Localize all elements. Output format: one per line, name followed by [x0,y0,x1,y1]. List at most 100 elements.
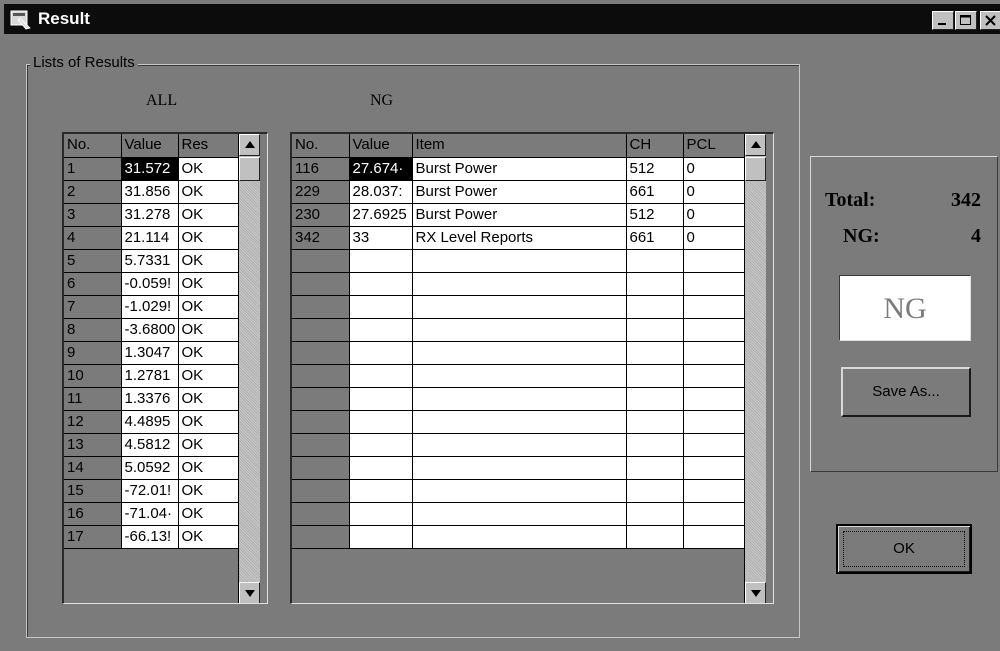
empty-cell[interactable] [683,318,745,342]
minimize-button[interactable] [932,11,954,30]
empty-cell[interactable] [626,525,684,549]
table-cell[interactable]: -71.04· [121,502,179,526]
table-cell[interactable]: OK [178,456,239,480]
table-row[interactable]: 15 -72.01! OK [64,479,239,503]
ng-results-grid[interactable]: No. Value Item CH PCL 116 27.674· Burst Power 51… [290,132,774,604]
table-cell[interactable]: 28.037: [349,180,413,204]
table-row[interactable]: 116 27.674· Burst Power 512 0 [292,157,745,181]
empty-cell[interactable] [292,502,350,526]
row-number-cell[interactable]: 8 [64,318,122,342]
row-number-cell[interactable]: 3 [64,203,122,227]
table-cell[interactable]: Burst Power [412,157,627,181]
empty-cell[interactable] [626,295,684,319]
ng-grid-scrollbar[interactable] [744,134,766,603]
empty-cell[interactable] [292,364,350,388]
table-cell[interactable]: 21.114 [121,226,179,250]
column-header[interactable]: Value [121,134,179,158]
row-number-cell[interactable]: 230 [292,203,350,227]
table-cell[interactable]: 512 [626,203,684,227]
all-results-grid[interactable]: No. Value Res 1 31.572 OK 2 31.856 OK 3 31.278 OK 4 2… [62,132,268,604]
table-row[interactable]: 12 4.4895 OK [64,410,239,434]
empty-row[interactable] [292,479,745,503]
table-cell[interactable]: OK [178,502,239,526]
table-cell[interactable]: OK [178,157,239,181]
table-cell[interactable]: OK [178,249,239,273]
table-cell[interactable]: OK [178,203,239,227]
empty-cell[interactable] [412,525,627,549]
empty-cell[interactable] [292,433,350,457]
ok-button[interactable]: OK [836,524,972,574]
table-cell[interactable]: RX Level Reports [412,226,627,250]
table-cell[interactable]: OK [178,318,239,342]
table-cell[interactable]: 31.278 [121,203,179,227]
table-cell[interactable]: -66.13! [121,525,179,549]
empty-cell[interactable] [412,318,627,342]
table-row[interactable]: 16 -71.04· OK [64,502,239,526]
column-header[interactable]: Res [178,134,239,158]
row-number-cell[interactable]: 6 [64,272,122,296]
empty-cell[interactable] [292,249,350,273]
table-cell[interactable]: 1.3047 [121,341,179,365]
empty-cell[interactable] [349,456,413,480]
empty-cell[interactable] [626,479,684,503]
row-number-cell[interactable]: 14 [64,456,122,480]
empty-cell[interactable] [412,410,627,434]
save-as-button[interactable]: Save As... [841,367,971,417]
row-number-cell[interactable]: 17 [64,525,122,549]
table-cell[interactable]: Burst Power [412,180,627,204]
table-cell[interactable]: 4.5812 [121,433,179,457]
table-row[interactable]: 3 31.278 OK [64,203,239,227]
table-cell[interactable]: OK [178,180,239,204]
empty-cell[interactable] [349,318,413,342]
table-cell[interactable]: OK [178,410,239,434]
empty-cell[interactable] [349,410,413,434]
table-cell[interactable]: OK [178,525,239,549]
empty-cell[interactable] [412,456,627,480]
table-row[interactable]: 6 -0.059! OK [64,272,239,296]
column-header[interactable]: No. [292,134,350,158]
table-cell[interactable]: OK [178,295,239,319]
empty-cell[interactable] [683,433,745,457]
empty-cell[interactable] [626,502,684,526]
table-row[interactable]: 10 1.2781 OK [64,364,239,388]
empty-cell[interactable] [412,295,627,319]
empty-cell[interactable] [292,456,350,480]
row-number-cell[interactable]: 2 [64,180,122,204]
empty-row[interactable] [292,364,745,388]
scroll-down-button[interactable] [239,582,260,603]
column-header[interactable]: PCL [683,134,745,158]
empty-cell[interactable] [683,295,745,319]
empty-cell[interactable] [683,364,745,388]
table-cell[interactable]: 0 [683,157,745,181]
empty-cell[interactable] [349,249,413,273]
table-cell[interactable]: 27.6925 [349,203,413,227]
empty-row[interactable] [292,502,745,526]
empty-cell[interactable] [626,318,684,342]
empty-row[interactable] [292,456,745,480]
empty-cell[interactable] [349,502,413,526]
empty-cell[interactable] [292,410,350,434]
empty-cell[interactable] [292,341,350,365]
empty-cell[interactable] [626,341,684,365]
table-cell[interactable]: OK [178,433,239,457]
table-cell[interactable]: OK [178,387,239,411]
empty-cell[interactable] [683,341,745,365]
table-cell[interactable]: 31.856 [121,180,179,204]
empty-cell[interactable] [683,410,745,434]
empty-row[interactable] [292,433,745,457]
table-cell[interactable]: 5.7331 [121,249,179,273]
empty-row[interactable] [292,249,745,273]
empty-cell[interactable] [412,502,627,526]
empty-cell[interactable] [626,249,684,273]
table-row[interactable]: 17 -66.13! OK [64,525,239,549]
empty-cell[interactable] [683,387,745,411]
scroll-thumb[interactable] [239,157,260,181]
table-cell[interactable]: -3.6800 [121,318,179,342]
empty-cell[interactable] [412,479,627,503]
table-cell[interactable]: 661 [626,180,684,204]
row-number-cell[interactable]: 13 [64,433,122,457]
table-row[interactable]: 5 5.7331 OK [64,249,239,273]
table-row[interactable]: 229 28.037: Burst Power 661 0 [292,180,745,204]
scroll-up-button[interactable] [745,134,766,156]
table-row[interactable]: 1 31.572 OK [64,157,239,181]
